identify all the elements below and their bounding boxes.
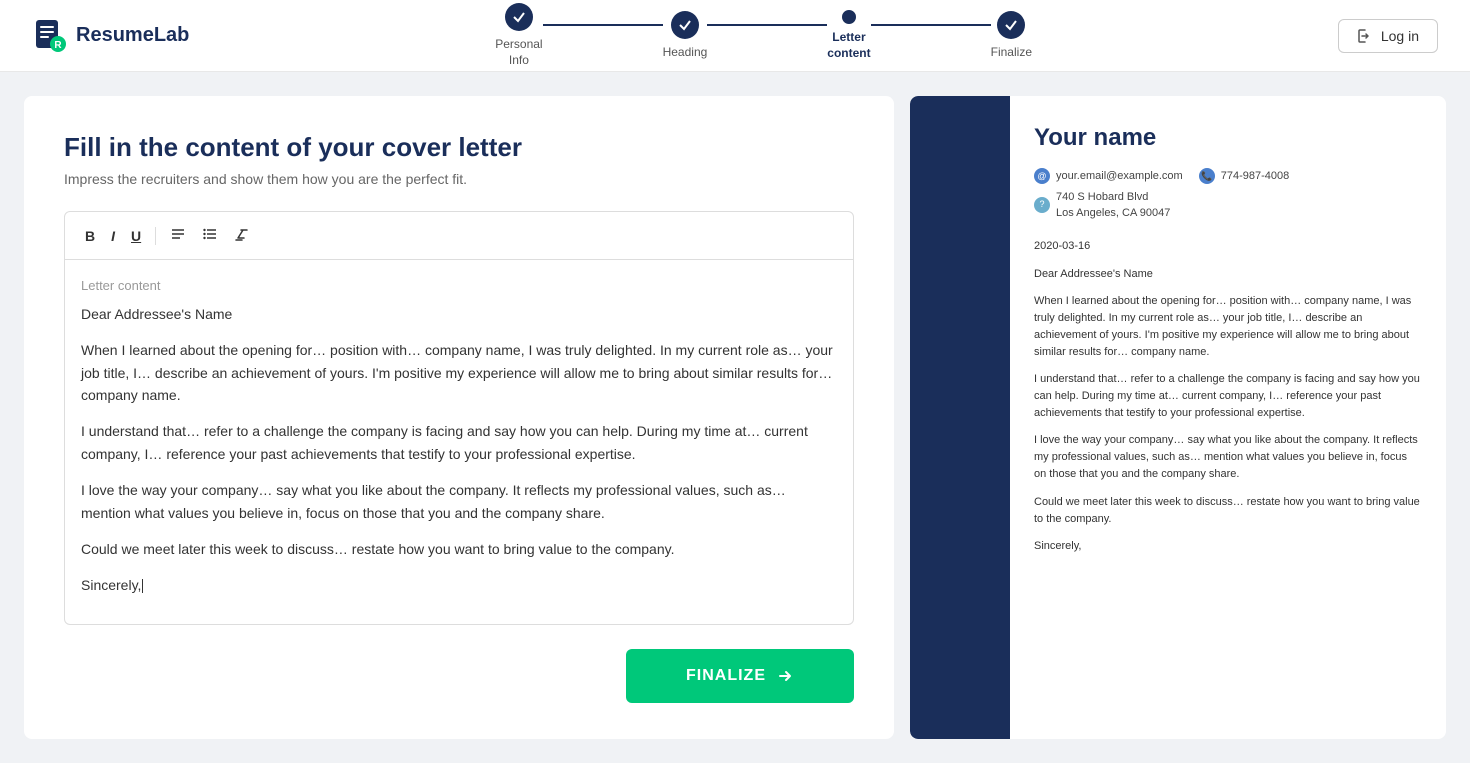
step-circle-finalize <box>997 11 1025 39</box>
logo-text: ResumeLab <box>76 24 189 47</box>
editor-content[interactable]: Dear Addressee's Name When I learned abo… <box>81 303 837 597</box>
right-panel: Your name @ your.email@example.com 📞 774… <box>910 96 1446 739</box>
step-label-personal-info: Personal Info <box>495 37 542 68</box>
email-icon: @ <box>1034 168 1050 184</box>
phone-icon: 📞 <box>1199 168 1215 184</box>
text-cursor <box>142 579 143 593</box>
preview-date: 2020-03-16 <box>1034 238 1422 255</box>
preview-paragraph-4: Could we meet later this week to discuss… <box>1034 494 1422 528</box>
left-panel: Fill in the content of your cover letter… <box>24 96 894 739</box>
finalize-arrow-icon <box>776 667 794 685</box>
align-icon <box>170 226 186 242</box>
step-letter-content: Letter content <box>827 10 870 61</box>
preview-phone: 774-987-4008 <box>1221 168 1290 185</box>
connector-3 <box>871 24 991 26</box>
clear-format-icon <box>234 226 250 242</box>
toolbar-italic[interactable]: I <box>105 224 121 248</box>
connector-1 <box>543 24 663 26</box>
step-label-heading: Heading <box>663 45 708 61</box>
preview-paragraph-1: When I learned about the opening for… po… <box>1034 293 1422 361</box>
editor-closing[interactable]: Sincerely, <box>81 574 837 596</box>
toolbar-clear[interactable] <box>228 222 256 249</box>
accent-bar <box>910 96 1010 739</box>
editor-paragraph-3[interactable]: I love the way your company… say what yo… <box>81 479 837 524</box>
preview-paragraph-3: I love the way your company… say what yo… <box>1034 432 1422 483</box>
toolbar-bold[interactable]: B <box>79 224 101 248</box>
connector-2 <box>707 24 827 26</box>
contact-email-row: @ your.email@example.com <box>1034 168 1183 185</box>
preview-closing: Sincerely, <box>1034 538 1422 555</box>
svg-text:R: R <box>54 40 62 51</box>
editor-paragraph-2[interactable]: I understand that… refer to a challenge … <box>81 420 837 465</box>
editor-container: B I U <box>64 211 854 625</box>
login-button[interactable]: Log in <box>1338 19 1438 53</box>
panel-title: Fill in the content of your cover letter <box>64 132 854 163</box>
header: R ResumeLab Personal Info Heading Letter… <box>0 0 1470 72</box>
progress-bar: Personal Info Heading Letter content Fin… <box>495 3 1032 68</box>
preview-name: Your name <box>1034 120 1422 156</box>
editor-toolbar: B I U <box>65 212 853 260</box>
preview-paragraph-2: I understand that… refer to a challenge … <box>1034 371 1422 422</box>
list-icon <box>202 226 218 242</box>
toolbar-list[interactable] <box>196 222 224 249</box>
login-label: Log in <box>1381 28 1419 44</box>
preview-content: Your name @ your.email@example.com 📞 774… <box>1010 96 1446 739</box>
step-label-finalize: Finalize <box>991 45 1032 61</box>
preview-salutation: Dear Addressee's Name <box>1034 266 1422 283</box>
address-icon: ? <box>1034 197 1050 213</box>
editor-paragraph-4[interactable]: Could we meet later this week to discuss… <box>81 538 837 560</box>
main-content: Fill in the content of your cover letter… <box>0 72 1470 763</box>
editor-paragraph-1[interactable]: When I learned about the opening for… po… <box>81 339 837 406</box>
panel-subtitle: Impress the recruiters and show them how… <box>64 171 854 187</box>
preview-email: your.email@example.com <box>1056 168 1183 185</box>
step-circle-heading <box>671 11 699 39</box>
step-circle-personal-info <box>505 3 533 31</box>
step-label-letter-content: Letter content <box>827 30 870 61</box>
contact-phone-row: 📞 774-987-4008 <box>1199 168 1290 185</box>
editor-label: Letter content <box>81 276 837 297</box>
step-circle-letter-content <box>842 10 856 24</box>
editor-salutation[interactable]: Dear Addressee's Name <box>81 303 837 325</box>
finalize-label: FINALIZE <box>686 667 766 685</box>
step-finalize: Finalize <box>991 11 1032 61</box>
toolbar-underline[interactable]: U <box>125 224 147 248</box>
editor-body[interactable]: Letter content Dear Addressee's Name Whe… <box>65 260 853 624</box>
preview-address: 740 S Hobard Blvd Los Angeles, CA 90047 <box>1056 189 1170 222</box>
step-personal-info: Personal Info <box>495 3 542 68</box>
contact-address-row: ? 740 S Hobard Blvd Los Angeles, CA 9004… <box>1034 189 1422 222</box>
finalize-button[interactable]: FINALIZE <box>626 649 854 703</box>
preview-contact: @ your.email@example.com 📞 774-987-4008 … <box>1034 168 1422 222</box>
toolbar-divider-1 <box>155 227 156 245</box>
login-icon <box>1357 28 1373 44</box>
step-heading: Heading <box>663 11 708 61</box>
logo: R ResumeLab <box>32 18 189 54</box>
logo-icon: R <box>32 18 68 54</box>
preview-body: Dear Addressee's Name When I learned abo… <box>1034 266 1422 555</box>
toolbar-align[interactable] <box>164 222 192 249</box>
